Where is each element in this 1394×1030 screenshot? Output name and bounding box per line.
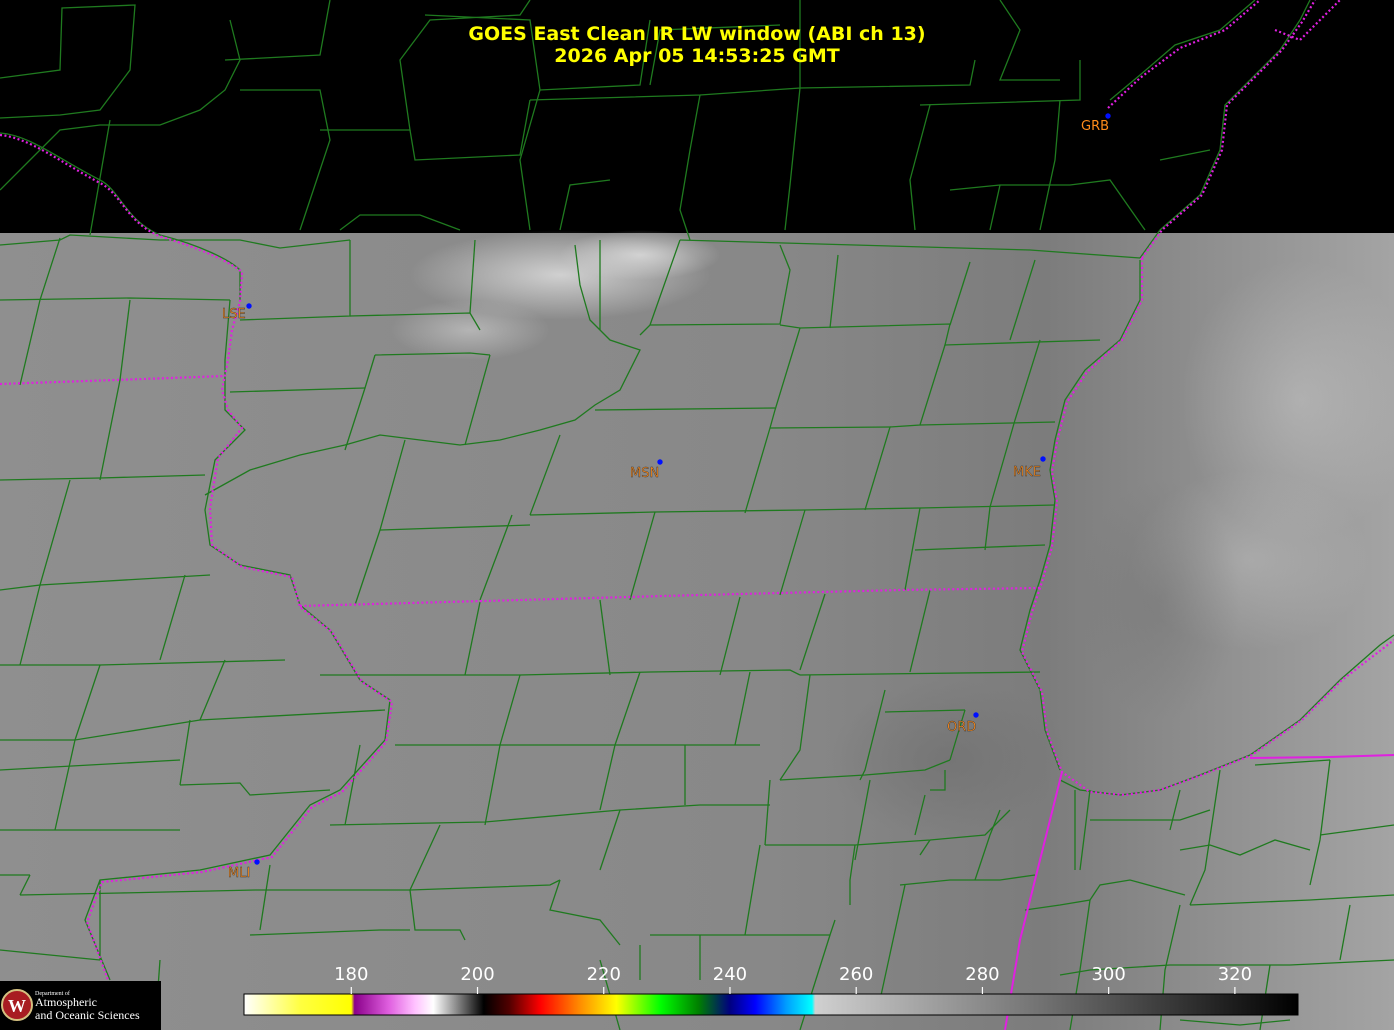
colorbar-tick-label: 240 — [713, 964, 747, 985]
colorbar-tick-label: 200 — [460, 964, 494, 985]
colorbar-tick-label: 180 — [334, 964, 368, 985]
colorbar-tick-label: 260 — [839, 964, 873, 985]
station-label-mke: MKE — [1013, 465, 1041, 480]
station-label-msn: MSN — [630, 466, 659, 481]
logo-line3: and Oceanic Sciences — [35, 1008, 140, 1022]
station-dot — [973, 712, 979, 718]
station-dot — [1040, 456, 1046, 462]
colorbar-tick-label: 320 — [1218, 964, 1252, 985]
seal-letter: W — [8, 996, 26, 1016]
station-label-mli: MLI — [228, 866, 250, 881]
satellite-map: GRB LSE MSN MKE ORD MLI GOES East Clean … — [0, 0, 1394, 1030]
station-label-grb: GRB — [1081, 119, 1109, 134]
colorbar-tick-label: 220 — [587, 964, 621, 985]
satellite-image-viewer: GRB LSE MSN MKE ORD MLI GOES East Clean … — [0, 0, 1394, 1030]
station-dot — [254, 859, 260, 865]
station-dot — [246, 303, 252, 309]
title-timestamp: 2026 Apr 05 14:53:25 GMT — [554, 45, 839, 67]
station-dot — [1105, 113, 1111, 119]
station-label-lse: LSE — [222, 307, 246, 322]
colorbar-gradient — [243, 993, 1299, 1016]
logo-line2: Atmospheric — [35, 995, 97, 1009]
colorbar-tick-label: 300 — [1091, 964, 1125, 985]
ir-imagery — [0, 230, 1394, 1030]
title-product: GOES East Clean IR LW window (ABI ch 13) — [468, 23, 925, 45]
station-label-ord: ORD — [947, 720, 976, 735]
station-dot — [657, 459, 663, 465]
aos-logo: W Department of Atmospheric and Oceanic … — [0, 981, 161, 1030]
colorbar-tick-label: 280 — [965, 964, 999, 985]
